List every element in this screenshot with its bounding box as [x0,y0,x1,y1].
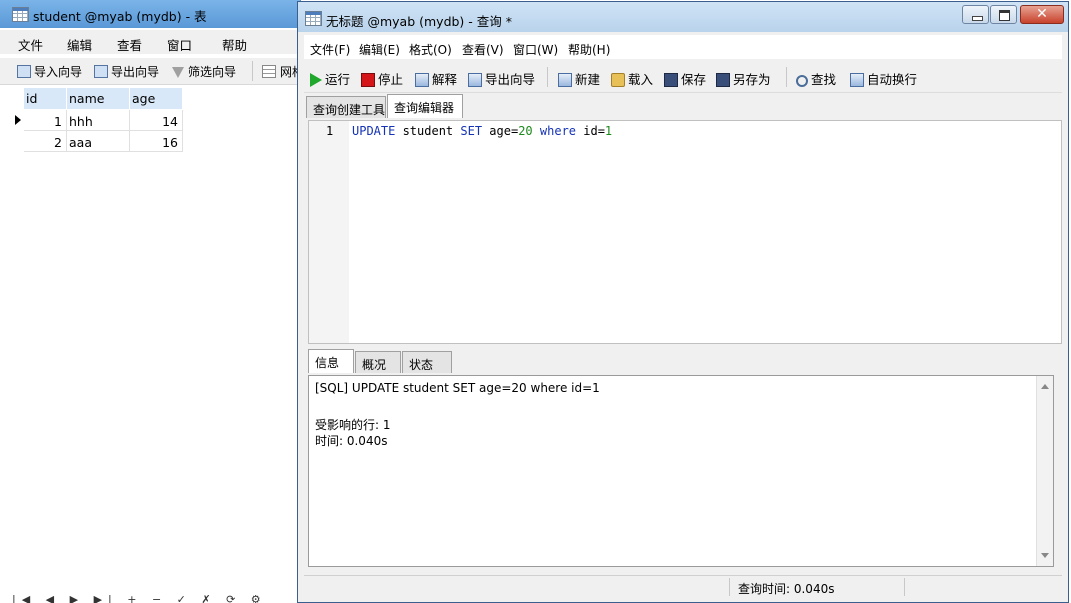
table-window: student @myab (mydb) - 表 文件 编辑 查看 窗口 帮助 … [0,0,304,603]
query-toolbar: 运行 停止 解释 导出向导 新建 载入 保存 另存为 查找 自动换行 [304,62,1062,93]
query-time-status: 查询时间: 0.040s [738,582,835,596]
minimize-icon [972,16,983,21]
scroll-down-icon[interactable] [1041,553,1049,558]
word-wrap-button[interactable]: 自动换行 [850,69,917,88]
menu-edit[interactable]: 编辑(E) [359,41,400,58]
menu-window[interactable]: 窗口 [167,35,192,54]
menu-format[interactable]: 格式(O) [409,41,452,58]
tab-status[interactable]: 状态 [402,351,452,373]
table-cell[interactable]: 16 [130,131,183,152]
stop-icon [361,73,375,87]
menu-file[interactable]: 文件(F) [310,41,350,58]
close-icon: ✕ [1036,6,1048,22]
new-button[interactable]: 新建 [558,69,600,88]
number-literal: 1 [604,124,613,138]
message-time: 时间: 0.040s [315,434,388,448]
query-menubar: 文件(F) 编辑(E) 格式(O) 查看(V) 窗口(W) 帮助(H) [304,35,1062,59]
scroll-up-icon[interactable] [1041,384,1049,389]
export-wizard-button[interactable]: 导出向导 [94,63,159,80]
load-button[interactable]: 载入 [611,69,653,88]
export-icon [94,65,108,78]
search-icon [796,75,808,87]
table-window-menubar: 文件 编辑 查看 窗口 帮助 [0,30,300,54]
message-affected-rows: 受影响的行: 1 [315,418,391,432]
word-wrap-icon [850,73,864,87]
line-number-gutter: 1 [309,121,349,343]
table-window-toolbar: 导入向导 导出向导 筛选向导 网格 [0,58,304,85]
message-sql: [SQL] UPDATE student SET age=20 where id… [315,381,600,395]
table-cell[interactable]: 14 [130,110,183,131]
menu-help[interactable]: 帮助 [222,35,247,54]
import-wizard-button[interactable]: 导入向导 [17,63,82,80]
find-button[interactable]: 查找 [796,69,836,88]
explain-button[interactable]: 解释 [415,69,457,88]
line-number: 1 [326,124,334,138]
save-as-icon [716,73,730,87]
minimize-button[interactable] [962,5,989,24]
record-navigation-bar[interactable]: |◀ ◀ ▶ ▶| + − ✓ ✗ ⟳ ⚙ [12,593,292,603]
condition: id= [576,124,605,138]
export-wizard-button[interactable]: 导出向导 [468,69,535,88]
tab-overview[interactable]: 概况 [355,351,401,373]
query-window-titlebar: 无标题 @myab (mydb) - 查询 * ✕ [298,2,1068,32]
message-scrollbar[interactable] [1036,376,1053,566]
table-row[interactable]: 2 [24,131,67,152]
menu-edit[interactable]: 编辑 [67,35,92,54]
menu-window[interactable]: 窗口(W) [513,41,558,58]
column-header-name[interactable]: name [67,88,130,109]
grid-icon [262,65,276,78]
identifier-table: student [395,124,461,138]
table-icon [12,7,29,22]
import-icon [17,65,31,78]
close-button[interactable]: ✕ [1020,5,1064,24]
table-cell[interactable]: aaa [67,131,130,152]
explain-icon [415,73,429,87]
stop-button[interactable]: 停止 [361,69,403,88]
query-icon [305,11,322,26]
number-literal: 20 [518,124,533,138]
tab-info[interactable]: 信息 [308,349,354,373]
keyword-update: UPDATE [352,124,396,138]
filter-icon [172,67,184,78]
query-window-title: 无标题 @myab (mydb) - 查询 * [326,14,512,29]
query-window: 无标题 @myab (mydb) - 查询 * ✕ 文件(F) 编辑(E) 格式… [297,1,1069,603]
keyword-set: SET [460,124,483,138]
new-icon [558,73,572,87]
menu-file[interactable]: 文件 [18,35,43,54]
table-window-title: student @myab (mydb) - 表 [33,9,207,24]
play-icon [310,73,322,87]
column-header-age[interactable]: age [130,88,183,109]
status-bar: 查询时间: 0.040s [304,575,1062,598]
menu-help[interactable]: 帮助(H) [568,41,610,58]
tab-query-builder[interactable]: 查询创建工具 [306,96,386,118]
sql-editor[interactable]: 1 UPDATE student SET age=20 where id=1 [308,120,1062,344]
maximize-icon [999,10,1010,21]
table-cell[interactable]: hhh [67,110,130,131]
folder-icon [611,73,625,87]
save-button[interactable]: 保存 [664,69,706,88]
table-window-titlebar: student @myab (mydb) - 表 [0,0,300,28]
run-button[interactable]: 运行 [310,69,350,88]
table-row[interactable]: 1 [24,110,67,131]
current-row-indicator [15,115,21,125]
message-panel[interactable]: [SQL] UPDATE student SET age=20 where id… [308,375,1054,567]
export-icon [468,73,482,87]
tab-query-editor[interactable]: 查询编辑器 [387,94,463,118]
keyword-where: where [539,124,577,138]
filter-wizard-button[interactable]: 筛选向导 [172,63,236,80]
save-as-button[interactable]: 另存为 [716,69,771,88]
menu-view[interactable]: 查看(V) [462,41,504,58]
menu-view[interactable]: 查看 [117,35,142,54]
column-header-id[interactable]: id [24,88,67,109]
maximize-button[interactable] [990,5,1017,24]
assignment: age= [482,124,519,138]
save-icon [664,73,678,87]
sql-code-line[interactable]: UPDATE student SET age=20 where id=1 [352,124,612,138]
